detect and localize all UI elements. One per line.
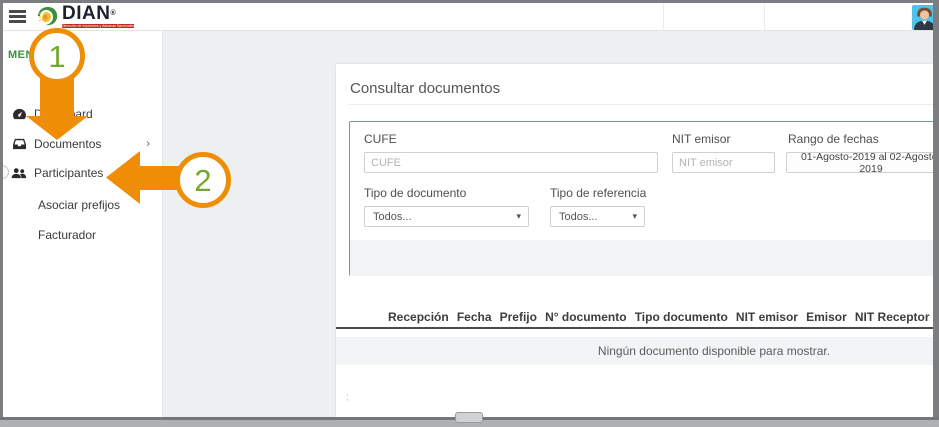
brand-tagline: Dirección de Impuestos y Aduanas Naciona…: [62, 24, 134, 28]
page-title: Consultar documentos: [350, 80, 500, 97]
chevron-down-icon: ⌄: [141, 167, 150, 180]
empty-state-row: Ningún documento disponible para mostrar…: [336, 337, 933, 365]
sidebar: MENÚ Dashboard Documentos › Participante…: [3, 31, 163, 417]
caret-down-icon: ▾: [632, 211, 637, 222]
users-icon: [11, 167, 27, 179]
column-header: N° documento: [545, 310, 626, 324]
tipo-referencia-value: Todos...: [559, 211, 598, 223]
table-header-row: Recepción Fecha Prefijo N° documento Tip…: [336, 310, 933, 324]
rango-fechas-value: 01-Agosto-2019 al 02-Agosto-2019: [795, 151, 933, 175]
column-header: Prefijo: [500, 310, 537, 324]
filter-panel: CUFE NIT emisor Rango de fechas 01-Agost…: [349, 121, 933, 276]
sidebar-item-label: Dashboard: [34, 107, 93, 121]
column-header: Fecha: [457, 310, 492, 324]
tipo-referencia-select[interactable]: Todos... ▾: [550, 206, 645, 227]
column-header: Emisor: [806, 310, 847, 324]
column-header: NIT Receptor: [855, 310, 930, 324]
registered-mark: ®: [110, 10, 116, 17]
header-divider: [663, 3, 664, 31]
sidebar-item-label: Participantes: [34, 166, 103, 180]
top-header-bar: DIAN® Dirección de Impuestos y Aduanas N…: [3, 3, 933, 31]
sidebar-item-dashboard[interactable]: Dashboard: [3, 100, 162, 128]
consultar-documentos-card: Consultar documentos CUFE NIT emisor Ran…: [336, 64, 933, 417]
sidebar-item-participantes[interactable]: Participantes ⌄: [3, 159, 162, 187]
tipo-documento-select[interactable]: Todos... ▾: [364, 206, 529, 227]
table-header-divider: [336, 327, 933, 329]
nit-emisor-label: NIT emisor: [672, 132, 730, 146]
header-divider: [764, 3, 765, 31]
caret-down-icon: ▾: [516, 211, 521, 222]
tipo-referencia-label: Tipo de referencia: [550, 186, 646, 200]
sidebar-item-label: Asociar prefijos: [38, 198, 120, 212]
brand-text: DIAN®: [62, 3, 116, 24]
stray-character: ;: [346, 392, 349, 403]
hamburger-menu-icon[interactable]: [9, 10, 26, 23]
column-header: Tipo documento: [635, 310, 728, 324]
inbox-icon: [11, 138, 27, 150]
sidebar-item-label: Documentos: [34, 137, 101, 151]
tipo-documento-label: Tipo de documento: [364, 186, 466, 200]
sidebar-item-label: Facturador: [38, 228, 96, 242]
dian-logo: DIAN® Dirección de Impuestos y Aduanas N…: [36, 4, 134, 30]
main-content: Consultar documentos CUFE NIT emisor Ran…: [164, 31, 933, 417]
empty-state-message: Ningún documento disponible para mostrar…: [598, 344, 830, 358]
column-header: Recepción: [388, 310, 449, 324]
column-header: NIT emisor: [736, 310, 798, 324]
sidebar-item-documentos[interactable]: Documentos ›: [3, 130, 162, 158]
nit-emisor-input[interactable]: [672, 152, 775, 173]
dian-swirl-icon: [36, 5, 60, 29]
gauge-icon: [11, 108, 27, 120]
title-divider: [349, 104, 933, 105]
filter-panel-footer: Buscar: [350, 240, 933, 276]
application-window: DIAN® Dirección de Impuestos y Aduanas N…: [3, 3, 933, 417]
chevron-right-icon: ›: [146, 138, 150, 150]
menu-title: MENÚ: [8, 49, 42, 61]
sidebar-item-facturador[interactable]: Facturador: [3, 221, 162, 249]
rango-fechas-label: Rango de fechas: [788, 132, 879, 146]
horizontal-scrollbar-handle[interactable]: [455, 412, 483, 423]
user-avatar[interactable]: [912, 5, 933, 30]
tipo-documento-value: Todos...: [373, 211, 412, 223]
rango-fechas-picker[interactable]: 01-Agosto-2019 al 02-Agosto-2019 ⌄: [786, 152, 933, 173]
cufe-input[interactable]: [364, 152, 658, 173]
sidebar-item-asociar-prefijos[interactable]: Asociar prefijos: [3, 191, 162, 219]
cufe-label: CUFE: [364, 132, 397, 146]
